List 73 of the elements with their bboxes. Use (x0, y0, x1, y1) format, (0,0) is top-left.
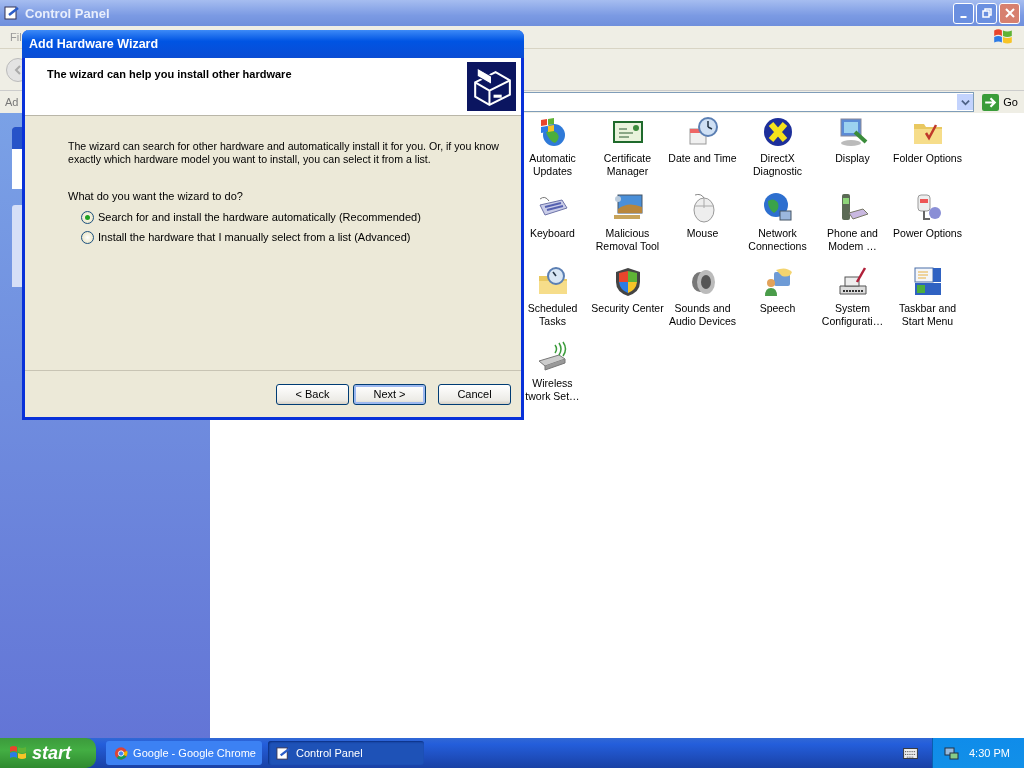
wizard-description: The wizard can search for other hardware and automatically install it for you. Or, if you know exactly which hardware model you want to install, you can select it from a list. (68, 140, 500, 166)
dialog-button[interactable]: < Back (276, 383, 349, 405)
control-panel-item[interactable]: Automatic Updates (515, 116, 590, 191)
control-panel-item[interactable]: Folder Options (890, 116, 965, 191)
item-label: Mouse (685, 227, 720, 240)
control-panel-item[interactable]: Malicious Removal Tool (590, 191, 665, 266)
control-panel-item[interactable]: Security Center (590, 266, 665, 341)
item-label: Taskbar and Start Menu (897, 302, 958, 328)
close-button[interactable] (999, 2, 1020, 24)
hardware-box-icon (467, 62, 516, 111)
go-button[interactable]: Go (978, 93, 1022, 111)
usb-stick-icon (536, 341, 569, 373)
item-label: Folder Options (892, 152, 963, 165)
window-icon (911, 266, 944, 298)
window-app-icon (276, 745, 291, 761)
browser-icon (114, 745, 129, 761)
window-title: Control Panel (25, 5, 110, 21)
item-label: Certificate Manager (602, 152, 653, 178)
question-label: What do you want the wizard to do? (68, 190, 244, 202)
radio-icon[interactable] (81, 230, 94, 244)
item-label: Security Center (590, 302, 665, 315)
control-panel-item[interactable]: DirectX Diagnostic (740, 116, 815, 191)
address-label: Ad (5, 96, 20, 108)
item-label: System Configurati… (820, 302, 885, 328)
restore-icon (981, 8, 992, 18)
control-panel-item[interactable]: Speech (740, 266, 815, 341)
item-label: Display (834, 152, 871, 165)
close-icon (1004, 8, 1015, 18)
control-panel-item[interactable]: Wireless twork Set… (515, 341, 590, 416)
control-panel-item[interactable]: Date and Time (665, 116, 740, 191)
control-panel-item[interactable]: Power Options (890, 191, 965, 266)
control-panel-item[interactable]: System Configurati… (815, 266, 890, 341)
keyboard-icon[interactable] (903, 747, 918, 759)
radio-icon[interactable] (81, 210, 94, 224)
control-panel-item[interactable]: Certificate Manager (590, 116, 665, 191)
window-app-icon (4, 5, 20, 21)
item-label: Automatic Updates (528, 152, 577, 178)
item-label: Malicious Removal Tool (594, 227, 661, 253)
dialog-title: Add Hardware Wizard (29, 37, 159, 51)
network-icon[interactable] (943, 745, 959, 761)
item-label: Power Options (892, 227, 963, 240)
control-panel-item[interactable]: Scheduled Tasks (515, 266, 590, 341)
minimize-icon (960, 15, 967, 18)
item-label: Phone and Modem … (826, 227, 879, 253)
control-panel-item[interactable]: Sounds and Audio Devices (665, 266, 740, 341)
control-panel-item[interactable]: Mouse (665, 191, 740, 266)
minimize-button[interactable] (953, 2, 974, 24)
control-panel-item[interactable]: Network Connections (740, 191, 815, 266)
control-panel-item[interactable]: Phone and Modem … (815, 191, 890, 266)
printer-icon (836, 266, 869, 298)
control-panel-item[interactable]: Taskbar and Start Menu (890, 266, 965, 341)
wizard-heading: The wizard can help you install other hardware (47, 68, 292, 82)
clock: 4:30 PM (969, 747, 1010, 759)
item-label: Sounds and Audio Devices (667, 302, 738, 328)
dialog-button[interactable]: Cancel (438, 383, 511, 405)
item-label: Network Connections (747, 227, 808, 253)
radio-option[interactable]: Search for and install the hardware automatically (Recommended) (81, 207, 507, 227)
clock-icon (686, 116, 719, 148)
restore-button[interactable] (976, 2, 997, 24)
radio-option[interactable]: Install the hardware that I manually select from a list (Advanced) (81, 227, 507, 247)
item-label: Date and Time (667, 152, 738, 165)
control-panel-item[interactable]: Keyboard (515, 191, 590, 266)
x-icon (761, 116, 794, 148)
item-label: Speech (758, 302, 797, 315)
item-label: Scheduled Tasks (526, 302, 579, 328)
item-label: Wireless twork Set… (524, 377, 581, 403)
dialog-button[interactable]: Next > (353, 383, 426, 405)
taskbar-button[interactable]: Control Panel (268, 741, 424, 765)
item-label: Keyboard (529, 227, 576, 240)
control-panel-item[interactable]: Display (815, 116, 890, 191)
item-label: DirectX Diagnostic (752, 152, 803, 178)
taskbar-button[interactable]: Google - Google Chrome (106, 741, 262, 765)
globe-icon (761, 191, 794, 223)
